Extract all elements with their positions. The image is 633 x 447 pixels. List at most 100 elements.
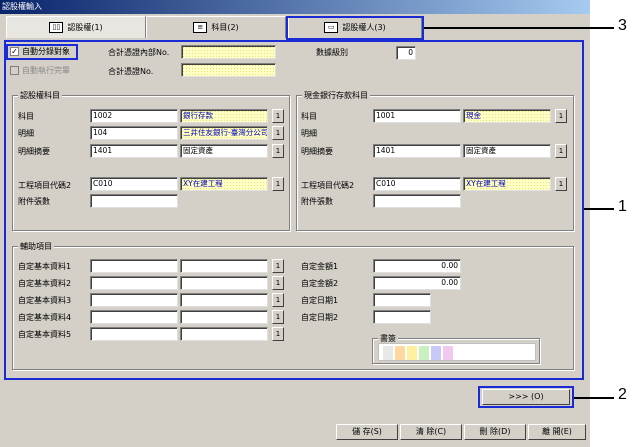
bookmark-color-bar[interactable] xyxy=(378,343,536,361)
custom-basic-5-lookup-button[interactable]: 1 xyxy=(272,327,284,341)
cash-detail-summary-lookup-button[interactable]: 1 xyxy=(555,144,567,158)
custom-basic-3-lookup-button[interactable]: 1 xyxy=(272,293,284,307)
cash-detail-summary-code[interactable]: 1401 xyxy=(373,144,461,158)
bookmark-swatch-gray[interactable] xyxy=(383,346,393,360)
acct-transfer-no-label: 合計憑證內部No. xyxy=(108,48,170,57)
stock-detail-name: 三井住友銀行-臺灣分公司 xyxy=(180,126,268,140)
cash-attachments-label: 附件張數 xyxy=(301,197,333,206)
custom-basic-1-lookup-button[interactable]: 1 xyxy=(272,259,284,273)
custom-basic-4-label: 自定基本資料4 xyxy=(18,313,72,322)
close-button[interactable]: 離 開(E) xyxy=(528,424,586,440)
book-icon: ▯▯ xyxy=(49,22,64,33)
custom-basic-3-name xyxy=(180,293,268,307)
custom-basic-1-label: 自定基本資料1 xyxy=(18,262,72,271)
auto-exec-checkbox xyxy=(10,66,19,75)
cash-detail-summary-label: 明細摘要 xyxy=(301,147,333,156)
custom-basic-3-code[interactable] xyxy=(90,293,178,307)
stock-project-lookup-button[interactable]: 1 xyxy=(272,177,284,191)
stock-subject-name: 銀行存款 xyxy=(180,109,268,123)
custom-date-1-label: 自定日期1 xyxy=(301,296,339,305)
tab-label: 認股權(1) xyxy=(67,23,103,32)
stock-attachments-label: 附件張數 xyxy=(18,197,50,206)
data-level-field[interactable]: 0 xyxy=(396,46,416,60)
custom-basic-2-code[interactable] xyxy=(90,276,178,290)
stock-subject-label: 科目 xyxy=(18,112,34,121)
document-icon: ≡ xyxy=(193,22,208,33)
custom-amount-2-label: 自定金額2 xyxy=(301,279,339,288)
acct-transfer-no2-field[interactable] xyxy=(181,63,276,77)
custom-basic-2-name xyxy=(180,276,268,290)
custom-basic-1-code[interactable] xyxy=(90,259,178,273)
custom-basic-1-name xyxy=(180,259,268,273)
custom-basic-2-label: 自定基本資料2 xyxy=(18,279,72,288)
next-button[interactable]: >>> (O) xyxy=(482,389,570,405)
callout-line-2 xyxy=(574,397,614,399)
stock-detail-code[interactable]: 104 xyxy=(90,126,178,140)
bookmark-swatch-orange[interactable] xyxy=(395,346,405,360)
auto-split-label: 自動分錄對象 xyxy=(22,47,70,56)
auto-split-checkbox[interactable]: ✓ xyxy=(10,47,19,56)
bookmark-swatch-yellow[interactable] xyxy=(407,346,417,360)
window-title: 認股權輸入 xyxy=(0,0,590,14)
bookmark-swatch-green[interactable] xyxy=(419,346,429,360)
callout-number-1: 1 xyxy=(618,198,627,215)
custom-basic-5-code[interactable] xyxy=(90,327,178,341)
custom-basic-5-name xyxy=(180,327,268,341)
stock-detail-lookup-button[interactable]: 1 xyxy=(272,126,284,140)
stock-subject-lookup-button[interactable]: 1 xyxy=(272,109,284,123)
cash-project-code-label: 工程項目代碼2 xyxy=(301,181,355,190)
tab-label: 科目(2) xyxy=(211,23,239,32)
stock-project-name: XY在建工程 xyxy=(180,177,268,191)
tab-subject[interactable]: ≡ 科目(2) xyxy=(146,16,286,38)
stock-detail-summary-code[interactable]: 1401 xyxy=(90,144,178,158)
auto-exec-label: 自動執行完畢 xyxy=(22,66,70,75)
custom-basic-5-label: 自定基本資料5 xyxy=(18,330,72,339)
stock-project-code-label: 工程項目代碼2 xyxy=(18,181,72,190)
tab-stock-option[interactable]: ▯▯ 認股權(1) xyxy=(6,16,146,38)
cash-subject-name: 現金 xyxy=(463,109,551,123)
custom-date-2-label: 自定日期2 xyxy=(301,313,339,322)
bookmark-swatch-blue[interactable] xyxy=(431,346,441,360)
callout-line-1 xyxy=(584,208,614,210)
callout-line-3 xyxy=(424,27,614,29)
stock-project-code[interactable]: C010 xyxy=(90,177,178,191)
callout-number-2: 2 xyxy=(618,386,627,403)
delete-button[interactable]: 刪 除(D) xyxy=(464,424,526,440)
custom-date-2-field[interactable] xyxy=(373,310,431,324)
cash-subject-label: 科目 xyxy=(301,112,317,121)
stock-detail-summary-lookup-button[interactable]: 1 xyxy=(272,144,284,158)
cash-attachments-field[interactable] xyxy=(373,194,461,208)
bookmark-swatch-pink[interactable] xyxy=(443,346,453,360)
save-button[interactable]: 儲 存(S) xyxy=(336,424,398,440)
stock-detail-summary-label: 明細摘要 xyxy=(18,147,50,156)
custom-amount-1-field[interactable]: 0.00 xyxy=(373,259,461,273)
custom-amount-1-label: 自定金額1 xyxy=(301,262,339,271)
stock-attachments-field[interactable] xyxy=(90,194,178,208)
custom-amount-2-field[interactable]: 0.00 xyxy=(373,276,461,290)
data-level-label: 數據級別 xyxy=(316,48,348,57)
cash-project-code[interactable]: C010 xyxy=(373,177,461,191)
cash-detail-label: 明細 xyxy=(301,129,317,138)
custom-basic-3-label: 自定基本資料3 xyxy=(18,296,72,305)
custom-basic-4-name xyxy=(180,310,268,324)
acct-transfer-no-field[interactable] xyxy=(181,45,276,59)
cash-subject-title: 現金銀行存款科目 xyxy=(302,90,370,101)
stock-detail-summary-name: 固定資產 xyxy=(180,144,268,158)
callout-number-3: 3 xyxy=(618,17,627,34)
acct-transfer-no2-label: 合計憑證No. xyxy=(108,67,154,76)
custom-date-1-field[interactable] xyxy=(373,293,431,307)
cash-subject-lookup-button[interactable]: 1 xyxy=(555,109,567,123)
cash-project-lookup-button[interactable]: 1 xyxy=(555,177,567,191)
cash-detail-summary-name: 固定資產 xyxy=(463,144,551,158)
custom-basic-2-lookup-button[interactable]: 1 xyxy=(272,276,284,290)
custom-basic-4-lookup-button[interactable]: 1 xyxy=(272,310,284,324)
custom-basic-4-code[interactable] xyxy=(90,310,178,324)
stock-subject-title: 認股權科目 xyxy=(18,90,62,101)
stock-subject-code[interactable]: 1002 xyxy=(90,109,178,123)
aux-title: 輔助項目 xyxy=(18,241,54,252)
stock-detail-label: 明細 xyxy=(18,129,34,138)
cash-project-name: XY在建工程 xyxy=(463,177,551,191)
cash-subject-code[interactable]: 1001 xyxy=(373,109,461,123)
tab-highlight xyxy=(286,16,424,40)
clear-button[interactable]: 清 除(C) xyxy=(400,424,462,440)
